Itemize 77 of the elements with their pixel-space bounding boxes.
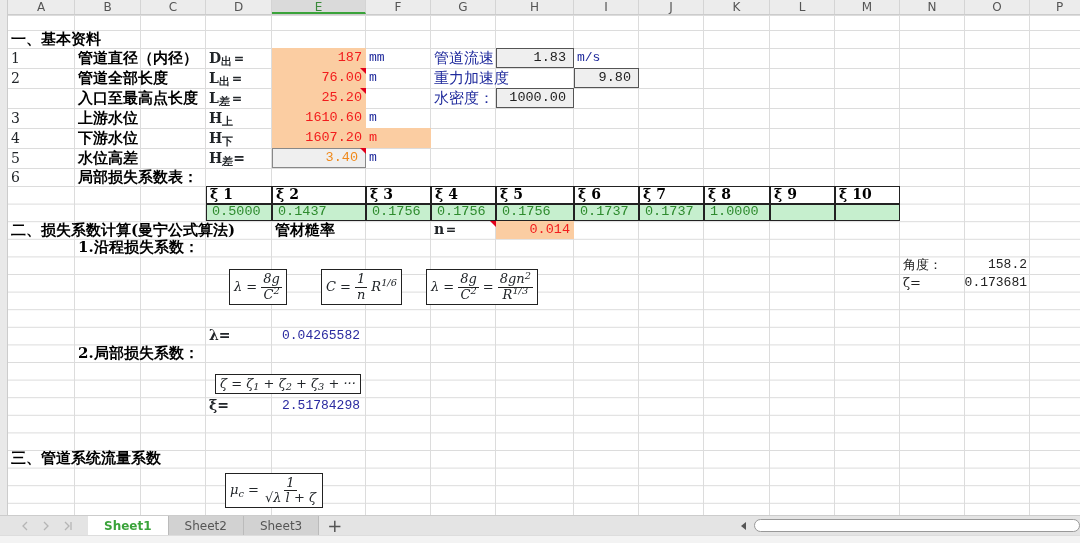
item-label: 管道直径（内径） <box>78 48 198 68</box>
item-label: 下游水位 <box>78 128 138 148</box>
symbol-label: n＝ <box>434 221 459 239</box>
section-heading: 三、管道系统流量系数 <box>11 449 161 468</box>
parameter-label: ζ= <box>903 274 921 292</box>
item-label: 管道全部长度 <box>78 68 168 88</box>
item-number: 3 <box>11 108 20 128</box>
unit-label: m <box>369 69 377 88</box>
symbol-label: H$_{差}$= <box>209 148 245 168</box>
coefficient-header[interactable]: ξ 7 <box>639 186 704 204</box>
column-header[interactable]: N <box>900 0 965 14</box>
coefficient-header[interactable]: ξ 9 <box>770 186 835 204</box>
coefficient-header[interactable]: ξ 4 <box>431 186 496 204</box>
computed-cell[interactable]: 9.80 <box>574 68 639 88</box>
unit-label: m <box>369 149 377 168</box>
column-header[interactable]: M <box>835 0 900 14</box>
coefficient-header[interactable]: ξ 5 <box>496 186 574 204</box>
item-label: 水位高差 <box>78 148 138 168</box>
column-header[interactable]: A <box>8 0 75 14</box>
parameter-label: 管道流速 <box>434 48 494 68</box>
section-heading: 一、基本资料 <box>11 30 101 48</box>
item-label: 入口至最高点长度 <box>78 88 198 108</box>
coefficient-header[interactable]: ξ 3 <box>366 186 431 204</box>
item-number: 5 <box>11 148 20 168</box>
computed-cell[interactable]: 1000.00 <box>496 88 574 108</box>
parameter-label: 水密度： <box>434 88 494 108</box>
equation: ζ = ζ$_{1}$ + ζ$_{2}$ + ζ$_{3}$ + ··· <box>215 373 361 395</box>
column-header[interactable]: I <box>574 0 639 14</box>
item-number: 6 <box>11 168 20 186</box>
column-header[interactable]: G <box>431 0 496 14</box>
item-number: 2 <box>11 68 20 88</box>
column-header[interactable]: P <box>1030 0 1080 14</box>
coefficient-header[interactable]: ξ 10 <box>835 186 900 204</box>
parameter-label: 重力加速度 <box>434 68 509 88</box>
item-label: 局部损失系数表： <box>78 168 198 186</box>
scroll-left-icon[interactable] <box>740 520 748 531</box>
value-text: 158.2 <box>988 256 1027 274</box>
symbol-label: L$_{出}$＝ <box>209 68 244 88</box>
result-value: 2.51784298 <box>282 397 360 415</box>
section-heading: 管材糙率 <box>275 221 335 239</box>
item-label: 上游水位 <box>78 108 138 128</box>
symbol-label: ξ= <box>209 397 230 415</box>
unit-label: m <box>369 109 377 128</box>
symbol-label: L$_{差}$＝ <box>209 88 244 108</box>
parameter-label: 角度： <box>903 256 942 274</box>
value-text: 0.173681 <box>964 274 1027 292</box>
coefficient-header[interactable]: ξ 2 <box>272 186 366 204</box>
symbol-label: λ= <box>209 326 231 345</box>
symbol-label: H$_{下}$ <box>209 128 234 148</box>
item-number: 1 <box>11 48 20 68</box>
section-heading: 1.沿程损失系数： <box>78 238 199 257</box>
symbol-label: D$_{出}$＝ <box>209 48 247 68</box>
column-header[interactable]: H <box>496 0 574 14</box>
add-sheet-button[interactable]: + <box>319 516 351 535</box>
column-header[interactable]: J <box>639 0 704 14</box>
sheet-tab[interactable]: Sheet3 <box>243 516 320 535</box>
section-heading: 2.局部损失系数： <box>78 344 199 362</box>
coefficient-header[interactable]: ξ 6 <box>574 186 639 204</box>
result-value: 0.04265582 <box>282 326 360 345</box>
sheet-tab[interactable]: Sheet1 <box>88 516 169 535</box>
unit-label: mm <box>369 49 385 68</box>
column-header[interactable]: O <box>965 0 1030 14</box>
unit-label: m/s <box>577 49 601 68</box>
column-header[interactable]: F <box>366 0 431 14</box>
computed-cell[interactable]: 1.83 <box>496 48 574 68</box>
sheet-tab[interactable]: Sheet2 <box>168 516 244 535</box>
item-number: 4 <box>11 128 20 148</box>
column-header[interactable]: L <box>770 0 835 14</box>
coefficient-header[interactable]: ξ 8 <box>704 186 770 204</box>
column-header[interactable]: B <box>75 0 141 14</box>
horizontal-scrollbar[interactable] <box>754 519 1080 532</box>
last-sheet-icon[interactable] <box>62 519 73 532</box>
symbol-label: H$_{上}$ <box>209 108 234 128</box>
column-header[interactable]: C <box>141 0 206 14</box>
column-header[interactable]: K <box>704 0 770 14</box>
coefficient-header[interactable]: ξ 1 <box>206 186 272 204</box>
section-heading: 二、损失系数计算(曼宁公式算法) <box>11 221 236 239</box>
